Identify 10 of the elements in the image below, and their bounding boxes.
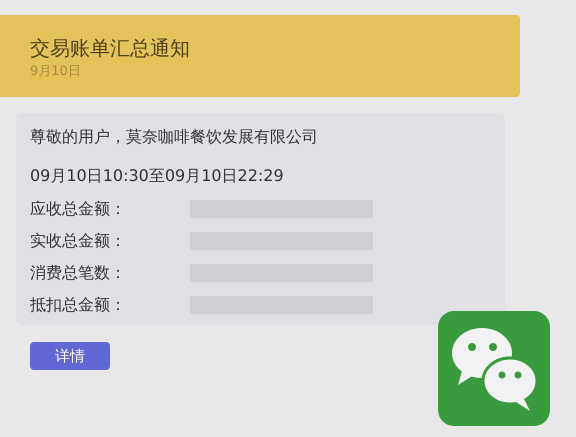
field-label: 抵扣总金额：	[30, 294, 127, 316]
time-period: 09月10日10:30至09月10日22:29	[30, 165, 285, 187]
greeting-text: 尊敬的用户，莫奈咖啡餐饮发展有限公司	[30, 126, 319, 148]
notice-title: 交易账单汇总通知	[30, 35, 191, 62]
notice-date: 9月10日	[30, 63, 82, 81]
field-label: 实收总金额：	[30, 230, 127, 252]
field-label: 应收总金额：	[30, 198, 127, 220]
chat-bubbles-icon	[438, 311, 550, 426]
field-label: 消费总笔数：	[30, 262, 127, 284]
details-button[interactable]: 详情	[30, 342, 110, 370]
